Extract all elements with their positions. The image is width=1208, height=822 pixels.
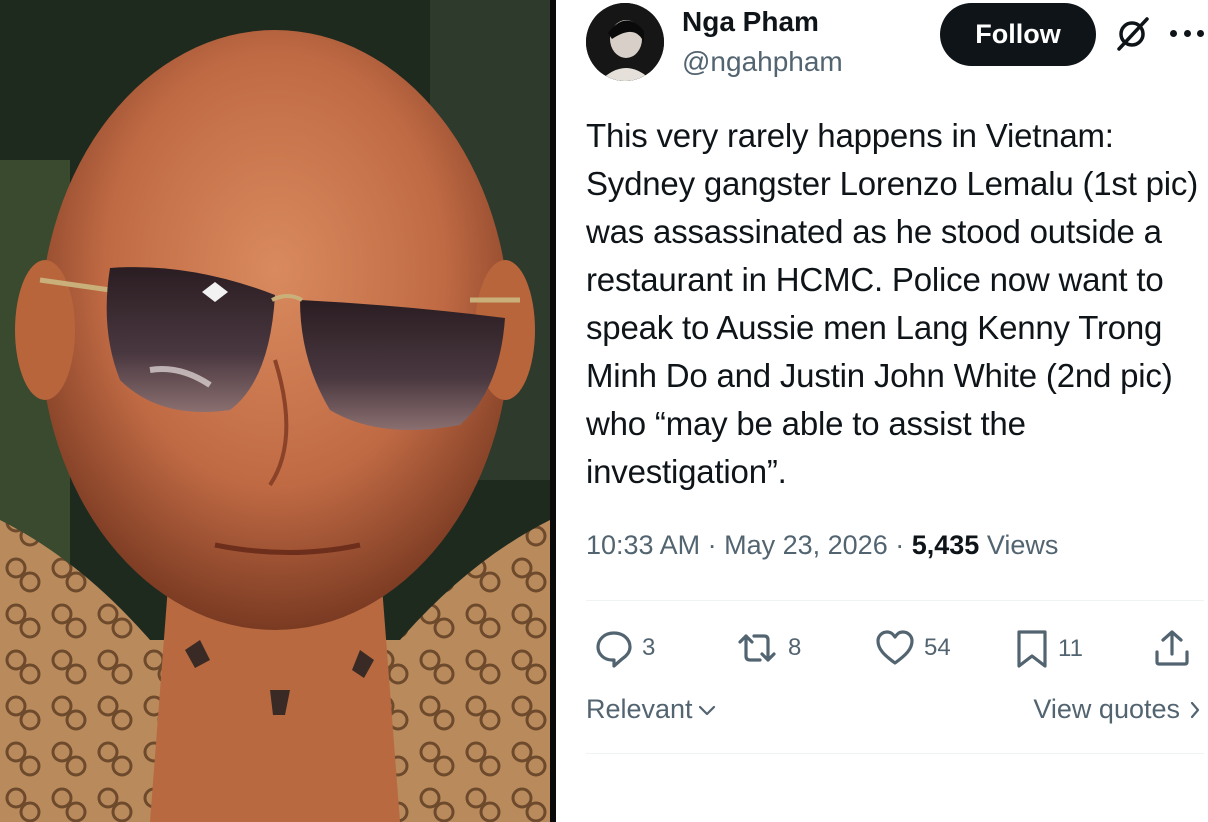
more-dots-icon[interactable] bbox=[1170, 28, 1204, 38]
tweet-panel: Nga Pham @ngahpham Follow This very rare… bbox=[556, 0, 1208, 822]
tweet-meta: 10:33 AM · May 23, 2026 · 5,435 Views bbox=[586, 530, 1058, 561]
author-handle[interactable]: @ngahpham bbox=[682, 46, 843, 78]
repost-button[interactable]: 8 bbox=[734, 628, 801, 668]
meta-dot: · bbox=[707, 530, 717, 560]
divider bbox=[586, 600, 1204, 601]
sort-label: Relevant bbox=[586, 694, 693, 724]
chevron-right-icon bbox=[1190, 701, 1200, 718]
tweet-media-photo[interactable] bbox=[0, 0, 550, 822]
bookmark-count: 11 bbox=[1058, 635, 1083, 662]
tweet-time[interactable]: 10:33 AM bbox=[586, 530, 700, 560]
chevron-down-icon bbox=[698, 705, 715, 715]
meta-dot: · bbox=[895, 530, 905, 560]
reply-bubble-icon bbox=[596, 631, 632, 668]
views-count: 5,435 bbox=[911, 530, 980, 560]
bookmark-icon bbox=[1017, 630, 1047, 668]
reply-filter-row: Relevant View quotes bbox=[586, 694, 1202, 734]
bookmark-button[interactable]: 11 bbox=[1014, 628, 1083, 670]
author-avatar[interactable] bbox=[586, 3, 664, 81]
sort-relevant-dropdown[interactable]: Relevant bbox=[586, 694, 717, 725]
grok-slash-circle-icon[interactable] bbox=[1112, 14, 1152, 54]
share-upload-icon bbox=[1155, 630, 1189, 666]
like-button[interactable]: 54 bbox=[874, 628, 951, 668]
reply-count: 3 bbox=[642, 634, 656, 661]
author-display-name[interactable]: Nga Pham bbox=[682, 6, 819, 38]
views-label: Views bbox=[986, 530, 1059, 560]
photo-of-man-with-sunglasses bbox=[0, 0, 550, 822]
divider bbox=[586, 753, 1204, 754]
view-quotes-link[interactable]: View quotes bbox=[1033, 694, 1202, 725]
avatar-portrait bbox=[586, 3, 664, 81]
tweet-text: This very rarely happens in Vietnam: Syd… bbox=[586, 117, 1199, 490]
heart-icon bbox=[876, 630, 914, 665]
share-button[interactable] bbox=[1152, 628, 1192, 668]
action-bar: 3 8 54 11 bbox=[586, 628, 1206, 674]
reply-button[interactable]: 3 bbox=[594, 628, 655, 668]
follow-button[interactable]: Follow bbox=[940, 3, 1096, 66]
tweet-date[interactable]: May 23, 2026 bbox=[724, 530, 888, 560]
repost-count: 8 bbox=[788, 634, 802, 661]
like-count: 54 bbox=[924, 634, 951, 661]
repost-arrows-icon bbox=[738, 634, 776, 662]
view-quotes-label: View quotes bbox=[1033, 694, 1180, 724]
